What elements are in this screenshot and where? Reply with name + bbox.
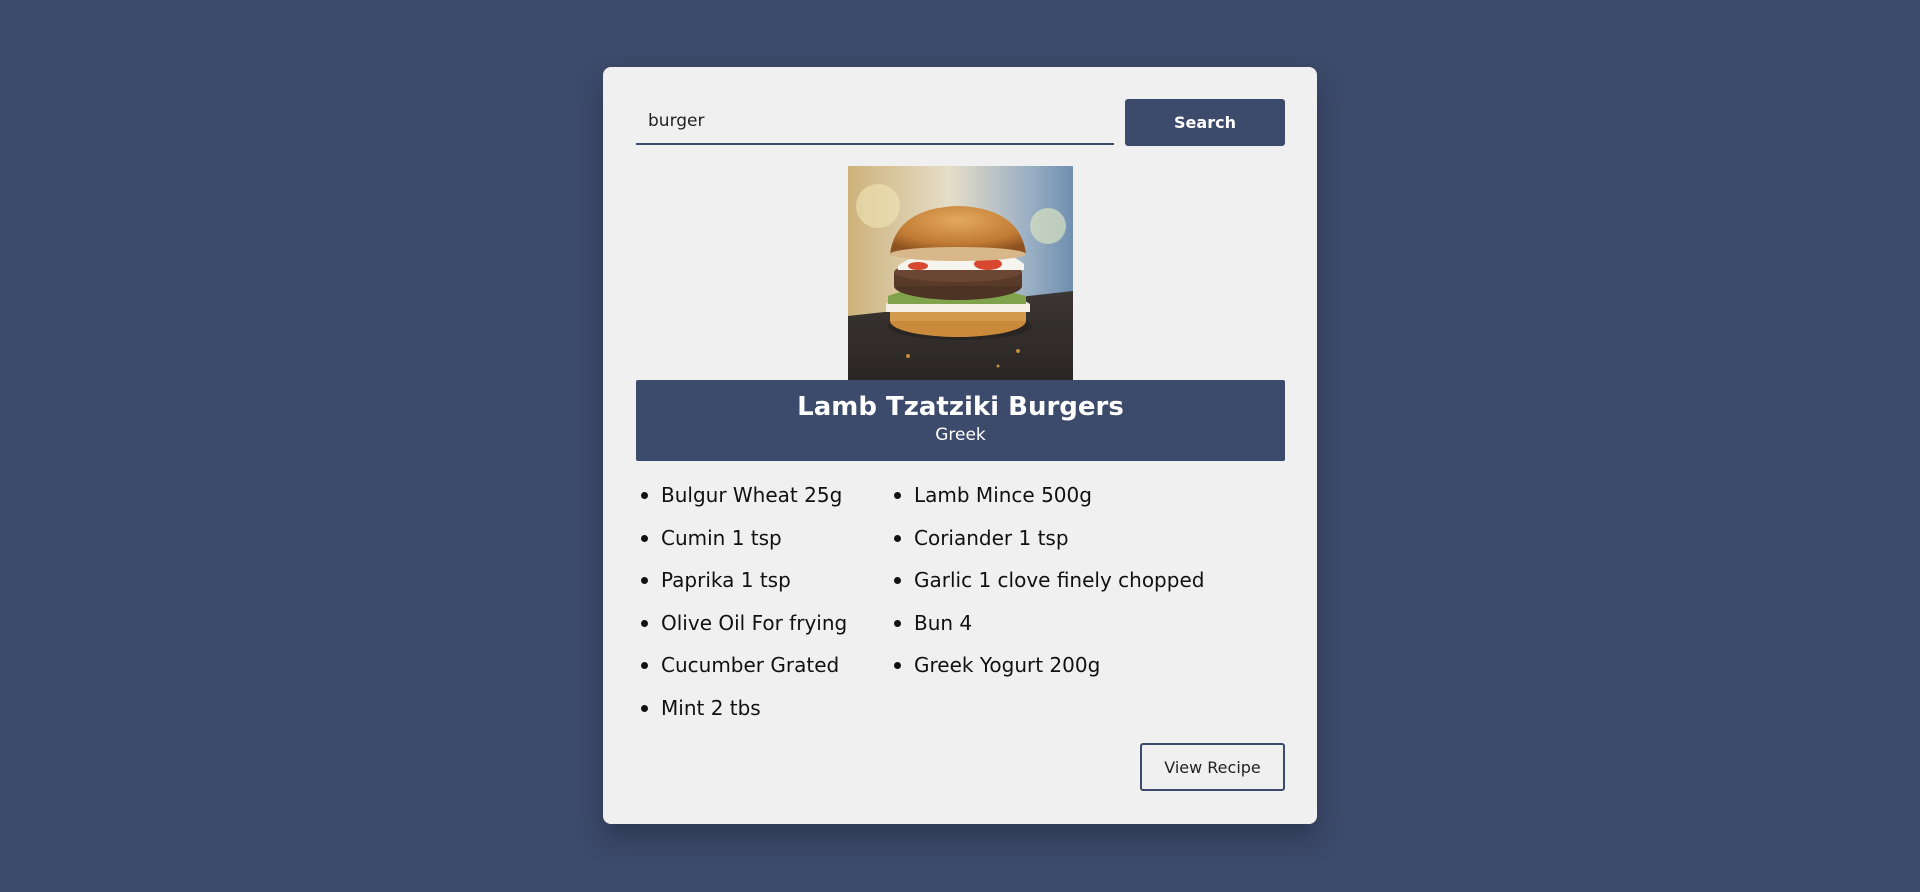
bullet-icon <box>894 534 901 542</box>
ingredients-list: Bulgur Wheat 25g Cumin 1 tsp Paprika 1 t… <box>636 474 1285 720</box>
bullet-icon <box>894 577 901 584</box>
recipe-card: Search <box>603 67 1317 824</box>
bullet-icon <box>641 577 648 584</box>
ingredient-label: Paprika 1 tsp <box>661 568 791 592</box>
ingredient-item: Olive Oil For frying <box>636 602 847 645</box>
bullet-icon <box>641 662 648 669</box>
ingredient-label: Cucumber Grated <box>661 653 840 677</box>
ingredient-item: Cumin 1 tsp <box>636 517 847 560</box>
ingredient-label: Garlic 1 clove finely chopped <box>914 568 1205 592</box>
meal-header: Lamb Tzatziki Burgers Greek <box>636 380 1285 461</box>
ingredient-item: Bulgur Wheat 25g <box>636 474 847 517</box>
ingredient-label: Greek Yogurt 200g <box>914 653 1101 677</box>
ingredient-item: Coriander 1 tsp <box>889 517 1204 560</box>
bullet-icon <box>894 492 901 499</box>
ingredient-label: Mint 2 tbs <box>661 695 761 720</box>
search-bar: Search <box>636 99 1285 147</box>
ingredient-label: Olive Oil For frying <box>661 610 848 635</box>
search-input[interactable] <box>636 99 1114 145</box>
ingredient-item: Greek Yogurt 200g <box>889 644 1204 687</box>
bullet-icon <box>641 619 648 627</box>
ingredient-label: Coriander 1 tsp <box>914 525 1069 550</box>
bullet-icon <box>641 704 648 712</box>
ingredients-column-right: Lamb Mince 500g Coriander 1 tsp Garlic 1… <box>889 474 1204 687</box>
bullet-icon <box>894 619 901 627</box>
ingredient-label: Lamb Mince 500g <box>914 483 1092 507</box>
ingredient-item: Lamb Mince 500g <box>889 474 1204 517</box>
bullet-icon <box>641 534 648 542</box>
ingredient-label: Bun 4 <box>914 610 973 635</box>
burger-image <box>848 166 1073 380</box>
ingredient-label: Bulgur Wheat 25g <box>661 483 843 507</box>
ingredient-item: Garlic 1 clove finely chopped <box>889 559 1204 602</box>
meal-area: Greek <box>935 425 986 445</box>
bullet-icon <box>641 492 648 499</box>
ingredient-item: Paprika 1 tsp <box>636 559 847 602</box>
view-recipe-button[interactable]: View Recipe <box>1140 743 1285 791</box>
recipe-image <box>848 166 1073 380</box>
search-button[interactable]: Search <box>1125 99 1285 146</box>
ingredient-label: Cumin 1 tsp <box>661 525 782 550</box>
meal-title: Lamb Tzatziki Burgers <box>797 392 1124 422</box>
ingredient-item: Bun 4 <box>889 602 1204 645</box>
ingredients-column-left: Bulgur Wheat 25g Cumin 1 tsp Paprika 1 t… <box>636 474 847 729</box>
bullet-icon <box>894 662 901 669</box>
ingredient-item: Mint 2 tbs <box>636 687 847 730</box>
ingredient-item: Cucumber Grated <box>636 644 847 687</box>
